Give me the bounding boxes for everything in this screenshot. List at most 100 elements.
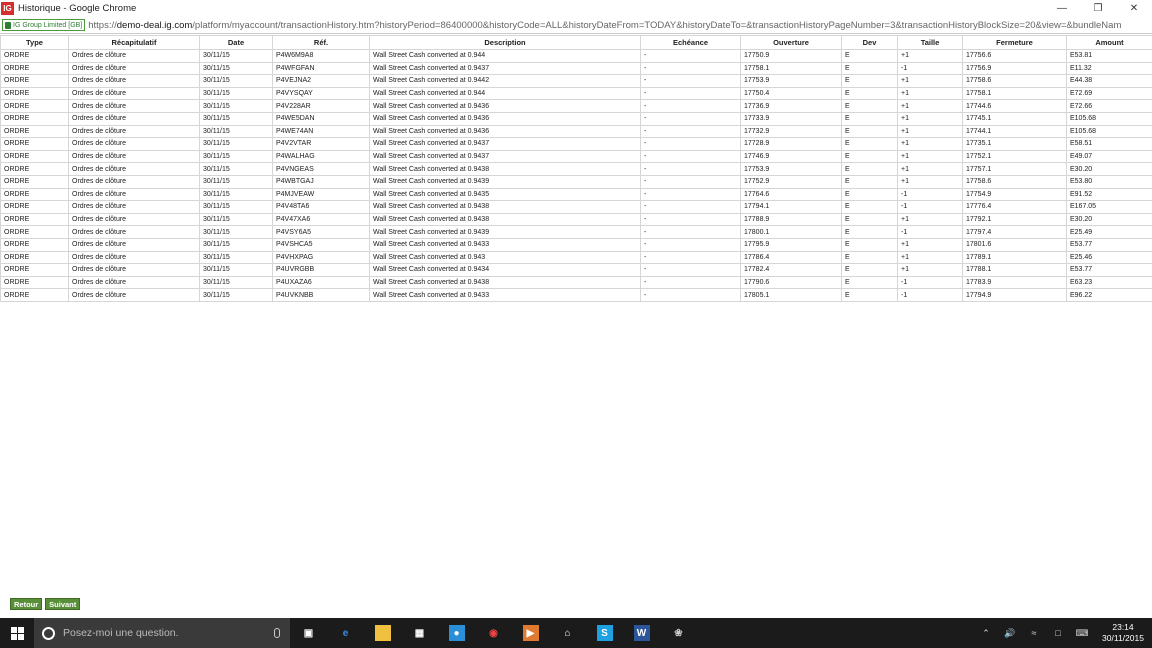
table-row[interactable]: ORDRE Ordres de clôture 30/11/15 P4UVKNBB Wa… bbox=[0, 288, 1152, 302]
table-row[interactable]: ORDRE Ordres de clôture 30/11/15 P4MJVEAW Wa… bbox=[0, 187, 1152, 202]
table-cell: P4WBTGAJ bbox=[272, 174, 370, 189]
system-tray: ⌃ 🔊 ≈ □ ⌨ 23:14 30/11/2015 bbox=[974, 618, 1152, 648]
table-cell: E bbox=[841, 263, 898, 277]
column-header: Description bbox=[369, 35, 641, 50]
clock[interactable]: 23:14 30/11/2015 bbox=[1094, 622, 1152, 644]
store-icon[interactable]: ▦ bbox=[401, 618, 438, 648]
table-row[interactable]: ORDRE Ordres de clôture 30/11/15 P4V228AR Wa… bbox=[0, 99, 1152, 113]
table-cell: +1 bbox=[897, 99, 963, 113]
volume-icon[interactable]: 🔊 bbox=[998, 618, 1022, 648]
table-cell: ORDRE bbox=[0, 137, 69, 151]
table-cell: +1 bbox=[897, 111, 963, 126]
table-cell: -1 bbox=[897, 288, 963, 302]
table-cell: 30/11/15 bbox=[199, 61, 273, 76]
url-text[interactable]: https://demo-deal.ig.com/platform/myacco… bbox=[88, 20, 1121, 31]
table-cell: 17758.6 bbox=[962, 174, 1067, 189]
table-cell: E49.07 bbox=[1066, 149, 1152, 164]
table-cell: - bbox=[640, 174, 741, 189]
next-button[interactable]: Suivant bbox=[45, 598, 81, 610]
edge-icon[interactable]: e bbox=[327, 618, 364, 648]
chevron-up-icon[interactable]: ⌃ bbox=[974, 618, 998, 648]
table-cell: -1 bbox=[897, 61, 963, 76]
table-row[interactable]: ORDRE Ordres de clôture 30/11/15 P4UXAZA6 Wa… bbox=[0, 275, 1152, 290]
media-player-icon[interactable]: ▶ bbox=[512, 618, 549, 648]
table-cell: 17805.1 bbox=[740, 288, 842, 302]
table-row[interactable]: ORDRE Ordres de clôture 30/11/15 P4VNGEAS Wa… bbox=[0, 162, 1152, 176]
table-cell: P4WALHAG bbox=[272, 149, 370, 164]
table-row[interactable]: ORDRE Ordres de clôture 30/11/15 P4V48TA6 Wa… bbox=[0, 200, 1152, 214]
table-cell: Ordres de clôture bbox=[68, 237, 200, 252]
table-cell: P4MJVEAW bbox=[272, 187, 370, 202]
table-row[interactable]: ORDRE Ordres de clôture 30/11/15 P4UVRGBB Wa… bbox=[0, 263, 1152, 277]
table-cell: 17752.1 bbox=[962, 149, 1067, 164]
home-icon[interactable]: ⌂ bbox=[549, 618, 586, 648]
table-row[interactable]: ORDRE Ordres de clôture 30/11/15 P4WALHAG Wa… bbox=[0, 149, 1152, 164]
table-cell: ORDRE bbox=[0, 187, 69, 202]
word-icon[interactable]: W bbox=[623, 618, 660, 648]
table-row[interactable]: ORDRE Ordres de clôture 30/11/15 P4VYSQAY Wa… bbox=[0, 86, 1152, 101]
table-cell: Ordres de clôture bbox=[68, 212, 200, 227]
minimize-button[interactable]: — bbox=[1044, 0, 1080, 17]
table-cell: ORDRE bbox=[0, 200, 69, 214]
table-cell: P4VHXPAG bbox=[272, 250, 370, 265]
close-button[interactable]: ✕ bbox=[1116, 0, 1152, 17]
table-cell: P4WFGFAN bbox=[272, 61, 370, 76]
column-header: Dev bbox=[841, 35, 898, 50]
table-cell: ORDRE bbox=[0, 275, 69, 290]
table-cell: ORDRE bbox=[0, 149, 69, 164]
table-row[interactable]: ORDRE Ordres de clôture 30/11/15 P4WFGFAN Wa… bbox=[0, 61, 1152, 76]
table-cell: ORDRE bbox=[0, 263, 69, 277]
secure-badge[interactable]: IG Group Limited [GB] bbox=[2, 19, 86, 31]
table-cell: 30/11/15 bbox=[199, 187, 273, 202]
table-cell: 17789.1 bbox=[962, 250, 1067, 265]
restore-button[interactable]: ❐ bbox=[1080, 0, 1116, 17]
window-title: Historique - Google Chrome bbox=[18, 3, 137, 14]
notification-icon[interactable]: □ bbox=[1046, 618, 1070, 648]
table-cell: Wall Street Cash converted at 0.9438 bbox=[369, 275, 641, 290]
table-cell: ORDRE bbox=[0, 111, 69, 126]
table-cell: Ordres de clôture bbox=[68, 99, 200, 113]
start-button[interactable] bbox=[0, 618, 34, 648]
cortana-search-box[interactable]: Posez-moi une question. bbox=[34, 618, 290, 648]
table-row[interactable]: ORDRE Ordres de clôture 30/11/15 P4V2VTAR Wa… bbox=[0, 137, 1152, 151]
table-row[interactable]: ORDRE Ordres de clôture 30/11/15 P4VHXPAG Wa… bbox=[0, 250, 1152, 265]
chrome-icon[interactable]: ◉ bbox=[475, 618, 512, 648]
table-cell: -1 bbox=[897, 275, 963, 290]
file-explorer-icon[interactable]: ■ bbox=[364, 618, 401, 648]
table-cell: Wall Street Cash converted at 0.9436 bbox=[369, 99, 641, 113]
table-cell: Wall Street Cash converted at 0.944 bbox=[369, 86, 641, 101]
table-row[interactable]: ORDRE Ordres de clôture 30/11/15 P4WE74AN Wa… bbox=[0, 124, 1152, 139]
table-cell: 30/11/15 bbox=[199, 200, 273, 214]
task-view-icon[interactable]: ▣ bbox=[290, 618, 327, 648]
table-cell: ORDRE bbox=[0, 49, 69, 63]
transaction-history-table-wrap: Type Récapitulatif Date Réf. Description Eché… bbox=[0, 35, 1152, 302]
table-cell: 17745.1 bbox=[962, 111, 1067, 126]
column-header: Ouverture bbox=[740, 35, 842, 50]
table-row[interactable]: ORDRE Ordres de clôture 30/11/15 P4VSHCA5 Wa… bbox=[0, 237, 1152, 252]
back-button[interactable]: Retour bbox=[10, 598, 43, 610]
keyboard-icon[interactable]: ⌨ bbox=[1070, 618, 1094, 648]
table-cell: +1 bbox=[897, 162, 963, 176]
table-cell: E bbox=[841, 162, 898, 176]
table-cell: Wall Street Cash converted at 0.9437 bbox=[369, 137, 641, 151]
table-row[interactable]: ORDRE Ordres de clôture 30/11/15 P4WE5DAN Wa… bbox=[0, 111, 1152, 126]
table-row[interactable]: ORDRE Ordres de clôture 30/11/15 P4VEJNA2 Wa… bbox=[0, 74, 1152, 88]
table-cell: 17797.4 bbox=[962, 225, 1067, 239]
address-bar[interactable]: IG Group Limited [GB] https://demo-deal.… bbox=[0, 17, 1152, 34]
table-row[interactable]: ORDRE Ordres de clôture 30/11/15 P4V47XA6 Wa… bbox=[0, 212, 1152, 227]
table-cell: E bbox=[841, 250, 898, 265]
table-cell: ORDRE bbox=[0, 237, 69, 252]
microphone-icon[interactable] bbox=[274, 628, 280, 638]
column-header: Fermeture bbox=[962, 35, 1067, 50]
paint-icon[interactable]: ❀ bbox=[660, 618, 697, 648]
skype-icon[interactable]: S bbox=[586, 618, 623, 648]
table-cell: -1 bbox=[897, 200, 963, 214]
store-icon-glyph: ▦ bbox=[414, 627, 425, 639]
table-row[interactable]: ORDRE Ordres de clôture 30/11/15 P4VSY6A5 Wa… bbox=[0, 225, 1152, 239]
table-row[interactable]: ORDRE Ordres de clôture 30/11/15 P4WBTGAJ Wa… bbox=[0, 174, 1152, 189]
table-cell: 30/11/15 bbox=[199, 86, 273, 101]
skype-blue-icon[interactable]: ● bbox=[438, 618, 475, 648]
table-row[interactable]: ORDRE Ordres de clôture 30/11/15 P4W6M9A8 Wa… bbox=[0, 49, 1152, 63]
table-cell: Ordres de clôture bbox=[68, 61, 200, 76]
wifi-icon[interactable]: ≈ bbox=[1022, 618, 1046, 648]
